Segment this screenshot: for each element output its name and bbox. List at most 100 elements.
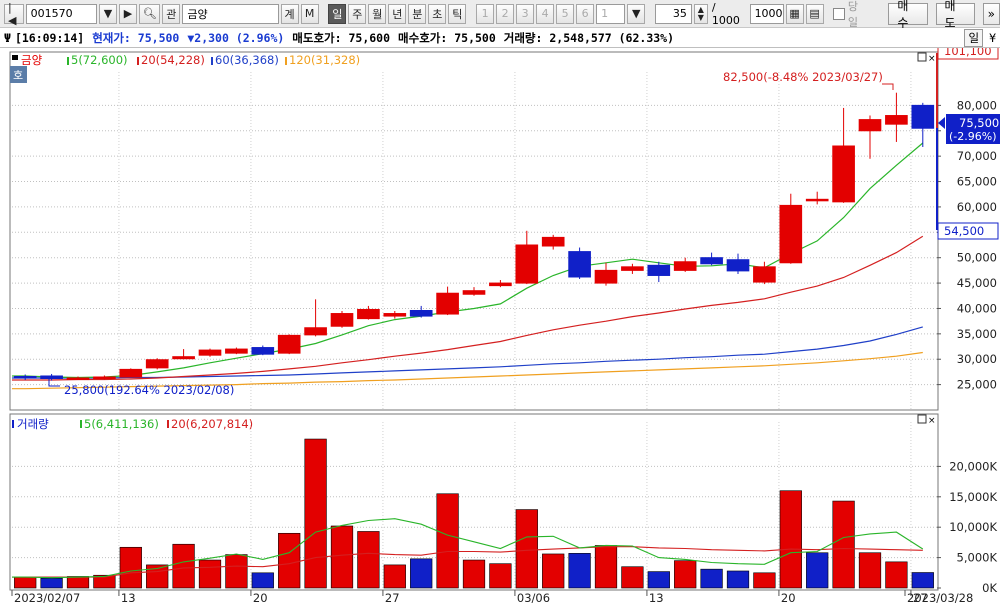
volume-bar bbox=[515, 509, 538, 589]
legend-stock-name: 금양 bbox=[21, 53, 43, 67]
account-button[interactable]: 계 bbox=[280, 3, 299, 24]
quote-status-bar: Ψ [16:09:14] 현재가: 75,500 ▼2,300 (2.96%) … bbox=[0, 28, 1000, 48]
right-period-tab[interactable]: 일 bbox=[964, 28, 984, 47]
candle-count-input[interactable]: 35 bbox=[655, 3, 692, 24]
volume-bar bbox=[806, 552, 829, 589]
price-y-tick-label: 80,000 bbox=[957, 98, 997, 112]
volume-bar bbox=[832, 500, 855, 589]
candle-body bbox=[436, 292, 459, 315]
volume-bar bbox=[726, 570, 750, 589]
bottom-price-tag-text: 54,500 bbox=[944, 224, 984, 238]
menu-m-button[interactable]: M bbox=[300, 3, 319, 24]
price-pane-maximize-icon[interactable] bbox=[917, 52, 927, 62]
low-annotation: 25,800(192.64% 2023/02/08) bbox=[64, 383, 234, 397]
right-panel-chevron-icon[interactable]: ¥ bbox=[989, 31, 996, 45]
volume-bar bbox=[621, 566, 644, 589]
calendar-icon[interactable]: ▦ bbox=[785, 3, 804, 24]
volume-pane-maximize-icon[interactable] bbox=[917, 414, 927, 424]
candle-body bbox=[568, 251, 591, 278]
price-change: ▼2,300 bbox=[187, 30, 229, 45]
volume-bar bbox=[410, 558, 433, 589]
bid-price-value: 75,500 bbox=[454, 30, 496, 45]
interval-3-button[interactable]: 3 bbox=[516, 3, 535, 24]
volume-bar bbox=[225, 554, 248, 589]
today-checkbox-box[interactable] bbox=[833, 7, 845, 20]
stock-code-input[interactable]: 001570 bbox=[25, 3, 97, 24]
watchlist-button[interactable]: 관 bbox=[162, 3, 181, 24]
legend-volume-marker bbox=[12, 420, 14, 428]
period-monthly-tab[interactable]: 월 bbox=[368, 3, 387, 24]
x-axis-label: 03/06 bbox=[517, 591, 550, 605]
candle-body bbox=[911, 104, 935, 129]
price-y-tick-label: 65,000 bbox=[957, 175, 997, 189]
legend-ma60: 60(36,368) bbox=[215, 53, 279, 67]
interval-6-button[interactable]: 6 bbox=[576, 3, 595, 24]
search-icon[interactable]: 🔍︎ bbox=[138, 3, 161, 24]
x-axis-label: 13 bbox=[121, 591, 136, 605]
volume-pane-close-icon[interactable]: × bbox=[928, 416, 936, 426]
legend-ma60-marker bbox=[211, 57, 213, 65]
x-axis-label: 20 bbox=[781, 591, 796, 605]
volume-bar bbox=[489, 563, 512, 589]
period-minute-tab[interactable]: 분 bbox=[408, 3, 427, 24]
interval-2-button[interactable]: 2 bbox=[496, 3, 515, 24]
period-tick-tab[interactable]: 틱 bbox=[448, 3, 467, 24]
price-change-pct: (2.96%) bbox=[235, 30, 285, 45]
candle-body bbox=[251, 347, 275, 355]
period-second-tab[interactable]: 초 bbox=[428, 3, 447, 24]
volume-bar bbox=[674, 560, 697, 589]
candle-body bbox=[858, 119, 882, 132]
stock-chart-svg[interactable]: 25,00030,00035,00040,00045,00050,00055,0… bbox=[0, 42, 1000, 612]
sell-button[interactable]: 매도 bbox=[935, 0, 975, 30]
volume-bar bbox=[700, 568, 723, 589]
next-arrow-button[interactable]: ▶ bbox=[118, 3, 137, 24]
interval-4-button[interactable]: 4 bbox=[536, 3, 555, 24]
code-dropdown-button[interactable]: ▼ bbox=[98, 3, 117, 24]
date-x-axis: 2023/02/07 13 20 27 03/06 13 20 272023/03/28 bbox=[11, 590, 973, 605]
candle-body bbox=[198, 349, 222, 356]
interval-dropdown-icon[interactable]: ▼ bbox=[627, 3, 646, 24]
candle-body bbox=[779, 204, 803, 264]
volume-bar bbox=[172, 543, 195, 589]
period-yearly-tab[interactable]: 년 bbox=[388, 3, 407, 24]
pin-icon[interactable]: Ψ bbox=[4, 31, 11, 45]
volume-bar bbox=[568, 553, 591, 589]
interval-1-button[interactable]: 1 bbox=[476, 3, 495, 24]
volume-bar bbox=[383, 564, 406, 589]
candle-body bbox=[885, 115, 908, 125]
volume-bar bbox=[66, 576, 90, 589]
volume-bar bbox=[119, 546, 142, 589]
legend-ma5-marker bbox=[67, 57, 69, 65]
price-pane-close-icon[interactable]: × bbox=[928, 54, 936, 64]
volume-y-tick-label: 10,000K bbox=[949, 520, 997, 534]
price-y-tick-label: 50,000 bbox=[957, 251, 997, 265]
toolbar: |◀ 001570 ▼ ▶ 🔍︎ 관 금양 계 M 일 주 월 년 분 초 틱 … bbox=[0, 0, 1000, 30]
interval-select[interactable]: 1 bbox=[596, 3, 626, 24]
volume-bar bbox=[278, 532, 301, 589]
count-spinner[interactable]: ▲ ▼ bbox=[693, 3, 708, 24]
max-count-input[interactable]: 1000 bbox=[749, 3, 784, 24]
candle-body bbox=[673, 261, 697, 271]
stock-name-field[interactable]: 금양 bbox=[182, 3, 279, 24]
buy-button[interactable]: 매수 bbox=[888, 0, 928, 30]
price-y-tick-label: 35,000 bbox=[957, 327, 997, 341]
candle-body bbox=[647, 264, 671, 276]
price-y-tick-label: 60,000 bbox=[957, 200, 997, 214]
today-checkbox[interactable]: 당일 bbox=[833, 0, 867, 30]
volume-bar bbox=[779, 490, 802, 589]
volume-bar bbox=[753, 572, 776, 589]
candle-body bbox=[119, 368, 143, 378]
more-chevron-icon[interactable]: » bbox=[982, 2, 1000, 25]
volume-bar bbox=[462, 559, 486, 589]
candle-body bbox=[541, 236, 565, 247]
candle-body bbox=[13, 375, 37, 379]
table-icon[interactable]: ▤ bbox=[805, 3, 824, 24]
first-record-button[interactable]: |◀ bbox=[4, 1, 24, 27]
interval-5-button[interactable]: 5 bbox=[556, 3, 575, 24]
period-weekly-tab[interactable]: 주 bbox=[348, 3, 367, 24]
x-axis-label: 27 bbox=[385, 591, 400, 605]
current-price-label: 현재가: bbox=[92, 30, 131, 45]
legend-vol-ma20: 20(6,207,814) bbox=[171, 417, 253, 431]
period-daily-tab[interactable]: 일 bbox=[328, 3, 347, 24]
volume-bar bbox=[304, 438, 327, 589]
